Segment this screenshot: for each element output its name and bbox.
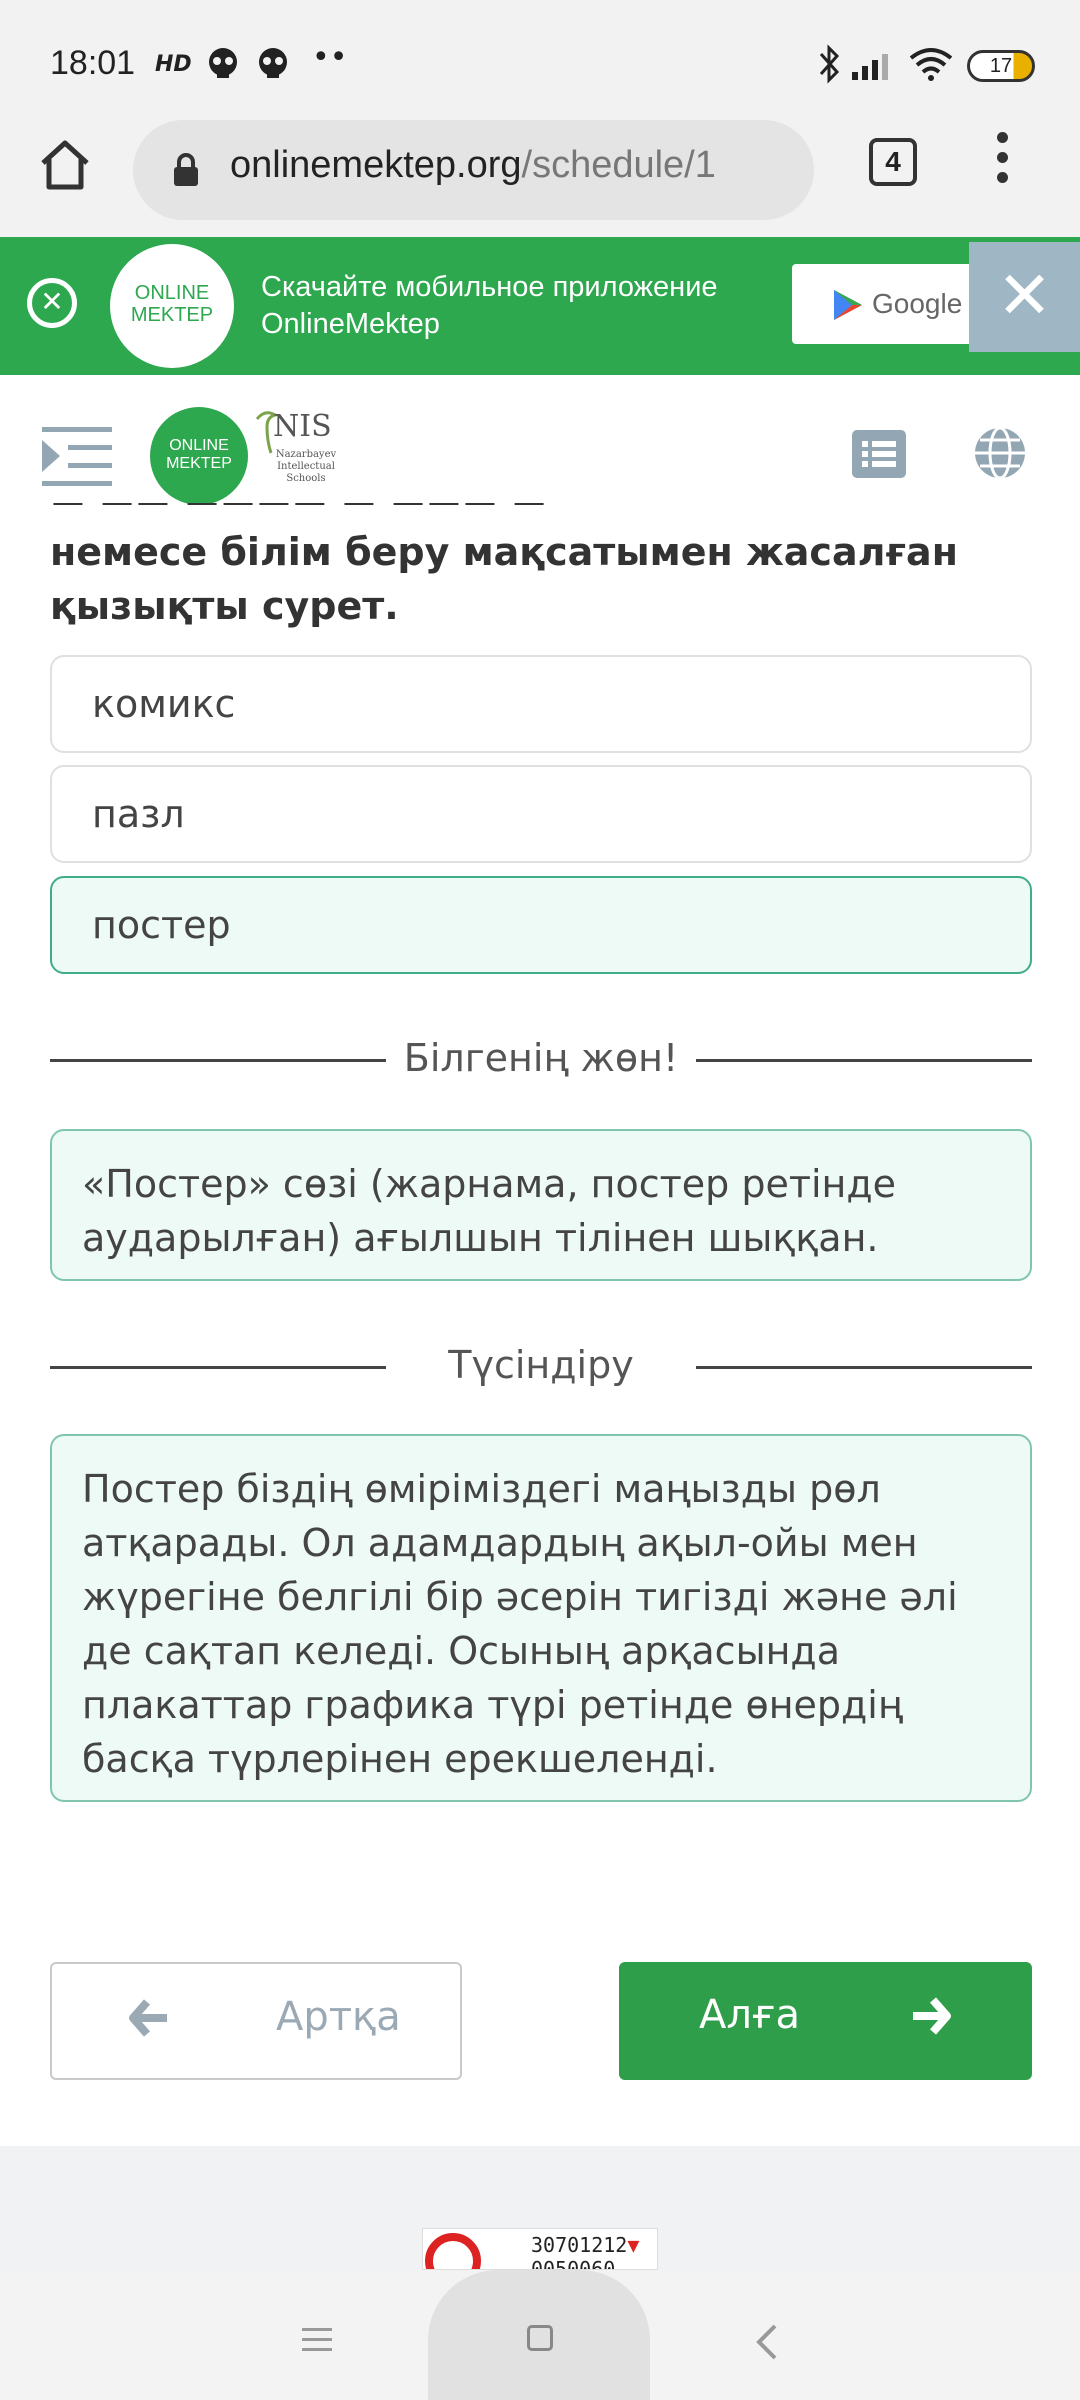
- onlinemektep-logo: ONLINE MEKTEP: [110, 244, 234, 368]
- answer-label: постер: [92, 903, 231, 947]
- explanation-section-title: Түсіндіру: [448, 1343, 634, 1387]
- google-play-icon: [834, 290, 862, 320]
- lock-icon: [171, 152, 201, 192]
- browser-toolbar: onlinemektep.org/schedule/1 4: [0, 120, 1080, 237]
- google-play-button[interactable]: Google P: [792, 264, 992, 344]
- counter-value-2: 0050060: [531, 2257, 616, 2270]
- banner-dismiss-icon[interactable]: ✕: [27, 278, 77, 328]
- arrow-left-icon: [127, 1996, 171, 2044]
- section-divider: [50, 1366, 386, 1369]
- logo-text-online: ONLINE: [169, 437, 229, 454]
- home-icon[interactable]: [30, 130, 100, 200]
- url-path: /schedule/1: [521, 144, 716, 186]
- fact-box: «Постер» сөзі (жарнама, постер ретінде а…: [50, 1129, 1032, 1281]
- fact-text: «Постер» сөзі (жарнама, постер ретінде а…: [82, 1162, 897, 1260]
- answer-option[interactable]: пазл: [50, 765, 1032, 863]
- counter-value: 30701212: [531, 2233, 628, 2257]
- answer-label: комикс: [92, 682, 236, 726]
- skull-icon: [255, 46, 291, 90]
- status-bar: 18:01 HD •• 17: [0, 0, 1080, 120]
- more-notifications-icon: ••: [312, 40, 348, 75]
- section-divider: [696, 1366, 1032, 1369]
- system-home-button[interactable]: [428, 2270, 650, 2400]
- bluetooth-icon: [816, 44, 842, 92]
- hd-icon: HD: [155, 52, 192, 77]
- nis-subtitle: Nazarbayev Intellectual Schools: [275, 449, 337, 484]
- visitor-counter: 30701212▼ 0050060: [422, 2228, 658, 2270]
- explanation-box: Постер біздің өміріміздегі маңызды рөл а…: [50, 1434, 1032, 1802]
- skull-icon: [205, 46, 241, 90]
- sidebar-toggle-icon[interactable]: [42, 425, 112, 489]
- section-divider: [50, 1059, 386, 1062]
- back-button[interactable]: Артқа: [50, 1962, 462, 2080]
- section-divider: [696, 1059, 1032, 1062]
- battery-icon: 17: [967, 50, 1035, 82]
- system-back-icon[interactable]: [755, 2322, 779, 2372]
- banner-line-2: OnlineMektep: [261, 308, 440, 340]
- recent-apps-icon[interactable]: [302, 2328, 332, 2352]
- answer-label: пазл: [92, 792, 185, 836]
- home-square-icon: [527, 2325, 553, 2351]
- counter-logo-icon: [425, 2233, 481, 2269]
- list-icon[interactable]: [852, 430, 906, 478]
- answer-option[interactable]: комикс: [50, 655, 1032, 753]
- system-navigation-bar: [0, 2270, 1080, 2400]
- answer-option-selected[interactable]: постер: [50, 876, 1032, 974]
- tab-switcher-button[interactable]: 4: [869, 138, 917, 186]
- explanation-text: Постер біздің өміріміздегі маңызды рөл а…: [82, 1467, 958, 1781]
- back-button-label: Артқа: [276, 1994, 401, 2040]
- nis-logo: NIS Nazarbayev Intellectual Schools: [253, 407, 343, 503]
- fact-section-title: Білгенің жөн!: [403, 1036, 679, 1080]
- logo-text-online: ONLINE: [134, 282, 210, 304]
- banner-message: Скачайте мобильное приложение OnlineMekt…: [261, 269, 718, 343]
- logo-text-mektep: MEKTEP: [166, 455, 232, 472]
- nis-title: NIS: [273, 409, 332, 444]
- url-text: onlinemektep.org/schedule/1: [230, 144, 790, 187]
- question-text: немесе білім беру мақсатымен жасалған қы…: [50, 530, 958, 628]
- url-domain: onlinemektep.org: [230, 144, 522, 186]
- next-button[interactable]: Алға: [619, 1962, 1032, 2080]
- browser-menu-icon[interactable]: [990, 132, 1014, 192]
- signal-icon: [850, 50, 894, 90]
- onlinemektep-logo[interactable]: ONLINE MEKTEP: [150, 407, 248, 505]
- app-download-banner: ✕ ONLINE MEKTEP Скачайте мобильное прилож…: [0, 237, 1080, 375]
- arrow-right-icon: [909, 1994, 953, 2042]
- globe-icon[interactable]: [972, 425, 1028, 481]
- next-button-label: Алға: [699, 1992, 801, 2038]
- wifi-icon: [908, 46, 954, 90]
- url-bar[interactable]: onlinemektep.org/schedule/1: [133, 120, 814, 220]
- status-time: 18:01: [50, 44, 136, 82]
- banner-close-button[interactable]: ✕: [969, 242, 1080, 352]
- logo-text-mektep: MEKTEP: [130, 304, 214, 326]
- banner-line-1: Скачайте мобильное приложение: [261, 271, 718, 303]
